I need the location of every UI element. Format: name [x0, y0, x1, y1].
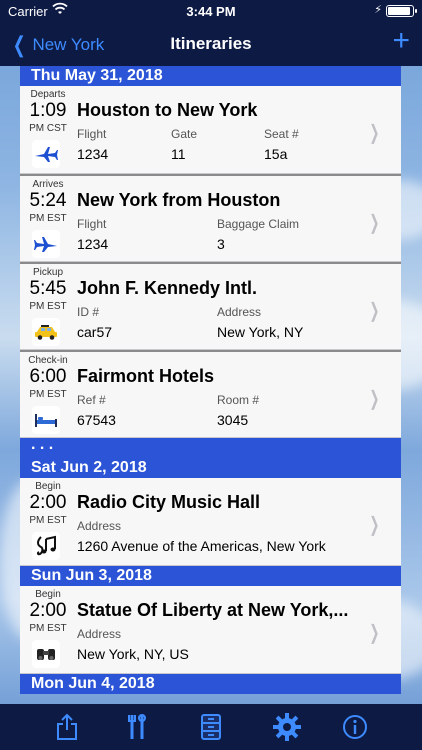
- time-value: 1:09: [29, 100, 67, 121]
- item-title: Radio City Music Hall: [77, 492, 261, 512]
- field-value: 1260 Avenue of the Americas, New York: [77, 538, 326, 554]
- clock: 3:44 PM: [186, 4, 236, 19]
- section-header: Sun Jun 3, 2018: [20, 566, 401, 586]
- time-zone: PM EST: [29, 515, 67, 526]
- field-label: Address: [217, 305, 262, 319]
- time-label: Begin: [35, 481, 61, 492]
- field-value: car57: [77, 324, 113, 340]
- collapsed-days-row[interactable]: . . .: [20, 437, 401, 458]
- time-label: Departs: [30, 89, 66, 100]
- field-value: 3045: [217, 412, 249, 428]
- itinerary-item[interactable]: Departs 1:09 PM CST Houston to New York …: [20, 86, 401, 174]
- field-value: New York, NY: [217, 324, 304, 340]
- time-zone: PM EST: [29, 389, 67, 400]
- itinerary-item[interactable]: Begin 2:00 PM EST Radio City Music Hall …: [20, 478, 401, 566]
- gear-icon[interactable]: [272, 712, 302, 742]
- chevron-right-icon: ❯: [369, 212, 380, 234]
- itinerary-item[interactable]: Arrives 5:24 PM EST New York from Housto…: [20, 174, 401, 262]
- itinerary-item[interactable]: Pickup 5:45 PM EST John F. Kennedy Intl.…: [20, 262, 401, 350]
- field-label: Room #: [217, 393, 260, 407]
- time-value: 5:45: [29, 278, 67, 299]
- item-title: Statue Of Liberty at New York,...: [77, 600, 349, 620]
- status-bar: Carrier 3:44 PM ⚡: [0, 0, 422, 22]
- field-value: 67543: [77, 412, 116, 428]
- tab-bar: [0, 704, 422, 750]
- add-button[interactable]: +: [392, 26, 410, 56]
- item-title: Houston to New York: [77, 100, 258, 120]
- field-value: 1234: [77, 146, 109, 162]
- time-zone: PM EST: [29, 623, 67, 634]
- chevron-right-icon: ❯: [369, 300, 380, 322]
- taxi-icon: [32, 318, 60, 346]
- chevron-right-icon: ❯: [369, 622, 380, 644]
- itinerary-list[interactable]: Thu May 31, 2018 Departs 1:09 PM CST Hou…: [20, 66, 401, 704]
- chevron-right-icon: ❯: [369, 388, 380, 410]
- time-value: 2:00: [29, 492, 67, 513]
- time-label: Check-in: [28, 355, 68, 366]
- field-label: Ref #: [77, 393, 106, 407]
- time-label: Begin: [35, 589, 61, 600]
- field-label: ID #: [77, 305, 100, 319]
- field-label: Seat #: [264, 127, 299, 141]
- charging-icon: ⚡: [374, 4, 382, 16]
- airplane-icon: [32, 230, 60, 258]
- field-label: Flight: [77, 127, 107, 141]
- field-label: Baggage Claim: [217, 217, 300, 231]
- time-zone: PM EST: [29, 213, 67, 224]
- music-icon: [32, 532, 60, 560]
- itinerary-item[interactable]: Begin 2:00 PM EST Statue Of Liberty at N…: [20, 586, 401, 674]
- itinerary-item[interactable]: Check-in 6:00 PM EST Fairmont Hotels Ref…: [20, 350, 401, 438]
- time-value: 2:00: [29, 600, 67, 621]
- tools-icon[interactable]: [122, 712, 152, 742]
- time-zone: PM CST: [29, 123, 67, 134]
- bed-icon: [32, 406, 60, 434]
- section-header: Sat Jun 2, 2018: [20, 458, 401, 478]
- cabinet-icon[interactable]: [196, 712, 226, 742]
- battery-icon: [386, 5, 417, 17]
- section-header: Mon Jun 4, 2018: [20, 674, 401, 694]
- field-value: 3: [217, 236, 225, 252]
- field-label: Gate: [171, 127, 198, 141]
- item-title: Fairmont Hotels: [77, 366, 215, 386]
- chevron-right-icon: ❯: [369, 514, 380, 536]
- time-label: Pickup: [32, 267, 63, 278]
- field-label: Flight: [77, 217, 107, 231]
- time-zone: PM EST: [29, 301, 67, 312]
- field-value: 1234: [77, 236, 109, 252]
- field-label: Address: [77, 627, 122, 641]
- field-label: Address: [77, 519, 122, 533]
- navigation-bar: ❮ New York Itineraries +: [0, 22, 422, 66]
- field-value: New York, NY, US: [77, 646, 189, 662]
- time-label: Arrives: [32, 179, 64, 190]
- share-icon[interactable]: [52, 712, 82, 742]
- time-value: 5:24: [29, 190, 67, 211]
- info-icon[interactable]: [340, 712, 370, 742]
- section-header: Thu May 31, 2018: [20, 66, 401, 86]
- binoculars-icon: [32, 640, 60, 668]
- chevron-right-icon: ❯: [369, 122, 380, 144]
- page-title: Itineraries: [170, 34, 252, 53]
- time-value: 6:00: [29, 366, 67, 387]
- item-title: New York from Houston: [77, 190, 281, 210]
- item-title: John F. Kennedy Intl.: [77, 278, 258, 298]
- field-value: 11: [171, 146, 186, 162]
- field-value: 15a: [264, 146, 288, 162]
- airplane-icon: [32, 140, 60, 168]
